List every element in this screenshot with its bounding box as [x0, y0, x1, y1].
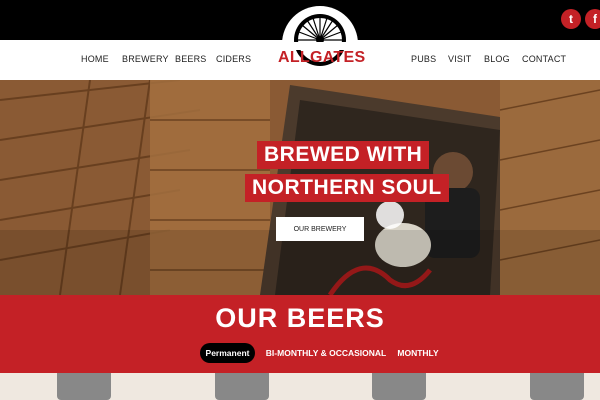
nav-home[interactable]: HOME: [81, 54, 109, 64]
nav-brewery[interactable]: BREWERY: [122, 54, 169, 64]
hero-heading-line2: NORTHERN SOUL: [245, 174, 449, 202]
logo-wordmark: ALLGATES: [278, 49, 366, 66]
nav-pubs[interactable]: PUBS: [411, 54, 436, 64]
tab-permanent[interactable]: Permanent: [200, 343, 255, 363]
nav-ciders[interactable]: CIDERS: [216, 54, 251, 64]
beer-bottle[interactable]: [530, 373, 584, 400]
our-beers-title: OUR BEERS: [215, 303, 385, 333]
nav-blog[interactable]: BLOG: [484, 54, 510, 64]
nav-contact[interactable]: CONTACT: [522, 54, 566, 64]
beer-bottle[interactable]: [215, 373, 269, 400]
beer-bottles-strip: [0, 373, 600, 400]
our-brewery-button[interactable]: Our Brewery: [276, 217, 364, 241]
beer-bottle[interactable]: [372, 373, 426, 400]
hero-heading-line1: BREWED WITH: [257, 141, 430, 169]
facebook-icon[interactable]: f: [585, 9, 600, 29]
nav-visit[interactable]: VISIT: [448, 54, 472, 64]
allgates-logo[interactable]: ALLGATES: [278, 2, 366, 76]
our-beers-section: OUR BEERS Permanent Bi-Monthly & Occasio…: [0, 295, 600, 373]
twitter-icon[interactable]: t: [561, 9, 581, 29]
hero-banner: BREWED WITH NORTHERN SOUL Our Brewery: [0, 80, 600, 295]
nav-beers[interactable]: BEERS: [175, 54, 207, 64]
tab-monthly[interactable]: Monthly: [394, 343, 442, 363]
beer-bottle[interactable]: [57, 373, 111, 400]
tab-bi-monthly-occasional[interactable]: Bi-Monthly & Occasional: [266, 343, 386, 363]
